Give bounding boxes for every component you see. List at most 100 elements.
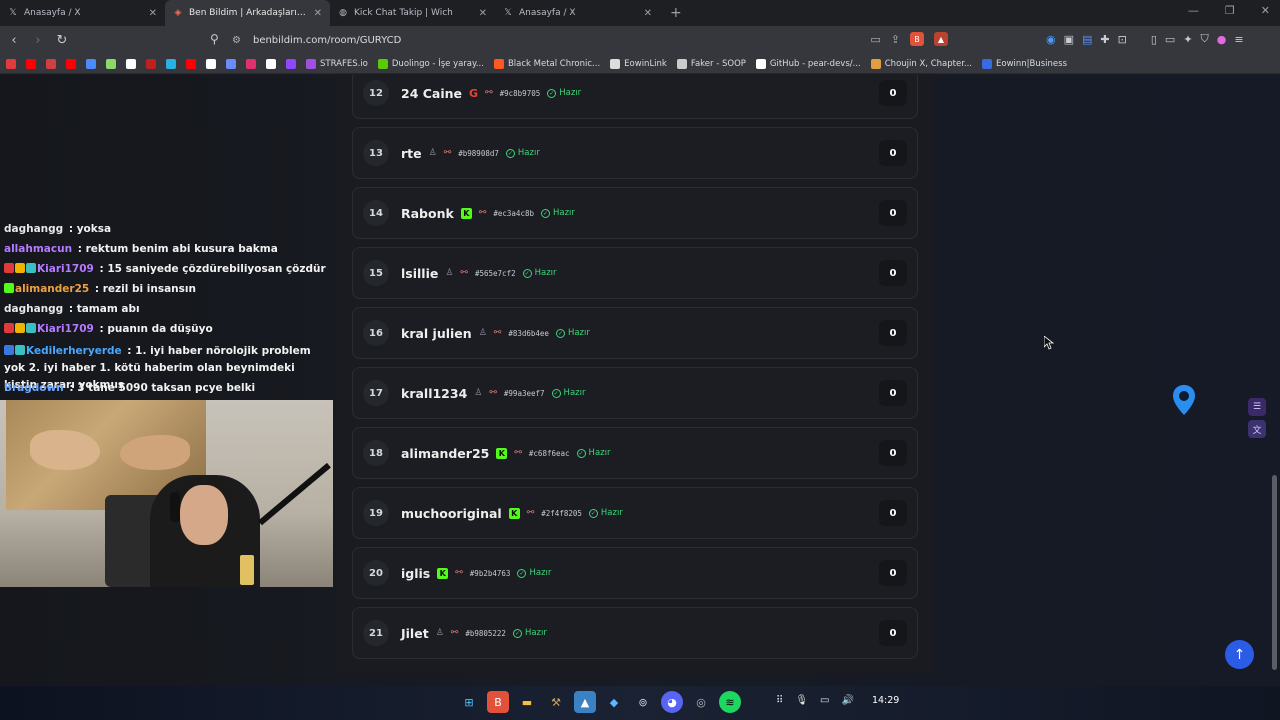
browser-tab[interactable]: ◈ Ben Bildim | Arkadaşlarınla Online ✕ (165, 0, 330, 26)
extension-icon[interactable]: ▣ (1064, 33, 1074, 46)
brave-browser-icon[interactable]: B (487, 691, 509, 713)
bookmark-item[interactable] (86, 58, 96, 69)
translate-extension-icon[interactable]: ▤ (1082, 33, 1092, 46)
bookmark-item[interactable]: EowinLink (610, 58, 667, 69)
hammer-app-icon[interactable]: ⚒ (545, 691, 567, 713)
bookmark-item[interactable]: Eowinn|Business (982, 58, 1067, 69)
player-rank: 14 (363, 200, 389, 226)
bookmark-item[interactable] (246, 58, 256, 69)
ready-label: Hazır (559, 88, 582, 98)
bookmark-item[interactable]: GitHub - pear-devs/... (755, 58, 861, 69)
close-tab-icon[interactable]: ✕ (479, 8, 487, 19)
bookmark-item[interactable] (6, 58, 16, 69)
browser-tab[interactable]: 𝕏 Anasayfa / X ✕ (0, 0, 165, 26)
screen-share-icon[interactable]: ▭ (870, 33, 880, 46)
bookmark-item[interactable]: STRAFES.io (306, 58, 368, 69)
player-name: krall1234 (401, 385, 468, 401)
network-app-icon[interactable]: ◆ (603, 691, 625, 713)
minimize-icon[interactable]: — (1188, 4, 1199, 17)
photos-icon[interactable]: ▲ (574, 691, 596, 713)
spotify-icon[interactable]: ≋ (719, 691, 741, 713)
steam-icon[interactable]: ⊚ (632, 691, 654, 713)
player-rank: 19 (363, 500, 389, 526)
bookmark-item[interactable] (286, 58, 296, 69)
translate-widget-icon[interactable]: 文 (1248, 420, 1266, 438)
puzzle-icon[interactable]: ✚ (1100, 33, 1109, 46)
friend-request-icon[interactable]: ⚯ (451, 628, 459, 638)
new-tab-icon[interactable]: + (660, 5, 692, 21)
chat-separator: : (91, 283, 103, 295)
restore-icon[interactable]: ❐ (1225, 4, 1235, 17)
bookmark-item[interactable] (46, 58, 56, 69)
brave-shields-icon[interactable]: B (910, 32, 924, 46)
volume-icon[interactable]: 🔊 (841, 695, 853, 706)
friend-request-icon[interactable]: ⚯ (444, 148, 452, 158)
page-scrollbar[interactable] (1271, 75, 1278, 686)
bookmark-item[interactable]: Duolingo - İşe yaray... (377, 58, 484, 69)
bookmark-item[interactable] (26, 58, 36, 69)
wallet-icon[interactable]: ▭ (1165, 33, 1175, 46)
bookmark-item[interactable] (126, 58, 136, 69)
start-menu-icon[interactable]: ⊞ (458, 691, 480, 713)
browser-tab[interactable]: ◍ Kick Chat Takip | Wich ✕ (330, 0, 495, 26)
taskbar-clock[interactable]: 14:29 (872, 695, 899, 706)
user-icon: ♙ (428, 148, 437, 158)
friend-request-icon[interactable]: ⚯ (479, 208, 487, 218)
obs-icon[interactable]: ◎ (690, 691, 712, 713)
file-explorer-icon[interactable]: ▬ (516, 691, 538, 713)
screenshot-icon[interactable]: ⊡ (1118, 33, 1127, 46)
menu-icon[interactable]: ≡ (1234, 33, 1243, 46)
bookmark-label: Choujin X, Chapter... (884, 58, 973, 69)
back-icon[interactable]: ‹ (4, 33, 24, 48)
bookmark-item[interactable] (106, 58, 116, 69)
close-tab-icon[interactable]: ✕ (149, 8, 157, 19)
vpn-icon[interactable]: ⛉ (1201, 32, 1209, 46)
friend-request-icon[interactable]: ⚯ (489, 388, 497, 398)
forward-icon[interactable]: › (28, 33, 48, 48)
address-bar[interactable]: ⚙ benbildim.com/room/GURYCD ▭ ⇪ B ▲ (232, 30, 948, 50)
chat-widget-icon[interactable]: ☰ (1248, 398, 1266, 416)
scrollbar-thumb[interactable] (1272, 475, 1277, 670)
friend-request-icon[interactable]: ⚯ (514, 448, 522, 458)
wallet-extension-icon[interactable]: ◉ (1046, 33, 1056, 46)
close-window-icon[interactable]: ✕ (1261, 4, 1270, 17)
bookmark-item[interactable]: Choujin X, Chapter... (870, 58, 973, 69)
chat-separator: : (65, 223, 77, 235)
bookmark-item[interactable] (186, 58, 196, 69)
bookmark-item[interactable] (226, 58, 236, 69)
close-tab-icon[interactable]: ✕ (644, 8, 652, 19)
tray-apps-icon[interactable]: ⠿ (776, 695, 783, 706)
bookmark-item[interactable] (146, 58, 156, 69)
sidebar-icon[interactable]: ▯ (1151, 33, 1157, 46)
share-icon[interactable]: ⇪ (891, 33, 900, 46)
friend-request-icon[interactable]: ⚯ (527, 508, 535, 518)
close-tab-icon[interactable]: ✕ (314, 8, 322, 19)
bookmark-page-icon[interactable]: ⚲ (210, 32, 219, 46)
friend-request-icon[interactable]: ⚯ (485, 88, 493, 98)
ready-label: Hazır (567, 328, 590, 338)
microphone-icon[interactable]: 🎙 (795, 695, 808, 706)
player-rank: 21 (363, 620, 389, 646)
url-text[interactable]: benbildim.com/room/GURYCD (253, 35, 401, 46)
leo-ai-icon[interactable]: ✦ (1183, 33, 1192, 46)
browser-tab[interactable]: 𝕏 Anasayfa / X ✕ (495, 0, 660, 26)
scroll-to-top-button[interactable]: ↑ (1225, 640, 1254, 669)
reload-icon[interactable]: ↻ (52, 33, 72, 48)
site-info-icon[interactable]: ⚙ (232, 35, 241, 46)
player-rank: 16 (363, 320, 389, 346)
bookmark-item[interactable] (166, 58, 176, 69)
friend-request-icon[interactable]: ⚯ (455, 568, 463, 578)
bookmark-favicon-icon (306, 58, 316, 69)
bookmark-item[interactable] (266, 58, 276, 69)
bookmark-item[interactable] (206, 58, 216, 69)
bookmark-item[interactable]: Black Metal Chronic... (493, 58, 600, 69)
bookmark-item[interactable]: Faker - SOOP (676, 58, 746, 69)
discord-icon[interactable]: ◕ (661, 691, 683, 713)
profile-icon[interactable]: ● (1217, 33, 1227, 46)
brave-rewards-icon[interactable]: ▲ (934, 32, 948, 46)
bookmark-item[interactable] (66, 58, 76, 69)
friend-request-icon[interactable]: ⚯ (494, 328, 502, 338)
display-icon[interactable]: ▭ (820, 695, 829, 706)
friend-request-icon[interactable]: ⚯ (460, 268, 468, 278)
page-viewport: daghangg : yoksa allahmacun : rektum beni… (0, 75, 1280, 686)
